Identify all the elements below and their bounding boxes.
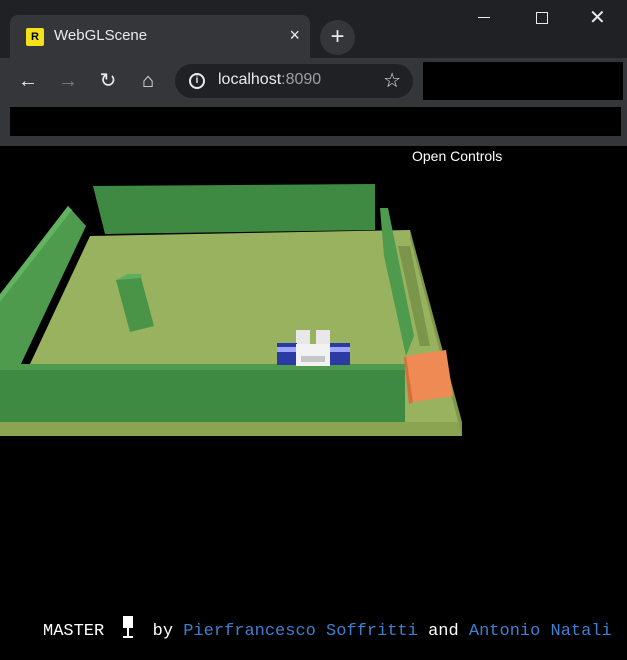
master-label: MASTER: [43, 622, 105, 641]
home-icon[interactable]: ⌂: [133, 66, 163, 96]
bookmark-star-icon[interactable]: ☆: [383, 68, 401, 93]
site-info-icon[interactable]: i: [189, 73, 205, 89]
reload-icon[interactable]: ↻: [93, 66, 123, 96]
front-wall: [0, 368, 405, 422]
page-content: Open Controls MASTER by Pierfrancesco So…: [0, 146, 627, 660]
forward-arrow-icon[interactable]: →: [53, 66, 83, 96]
url-text[interactable]: localhost:8090: [218, 71, 321, 89]
by-label: by: [152, 622, 174, 641]
author-link-2[interactable]: Antonio Natali: [469, 622, 612, 641]
bookmarks-area: [10, 107, 621, 136]
browser-titlebar: R WebGLScene × + ✕: [0, 0, 627, 58]
tab-close-icon[interactable]: ×: [289, 25, 300, 45]
tab-favicon-icon: R: [26, 28, 44, 46]
floor-front-edge: [0, 422, 462, 436]
url-port: :8090: [281, 71, 322, 88]
browser-toolbar: ← → ↻ ⌂ i localhost:8090 ☆: [0, 58, 627, 104]
lamp-icon: [123, 616, 134, 638]
url-host: localhost: [218, 71, 282, 88]
webgl-scene[interactable]: [0, 146, 627, 660]
extensions-area: [423, 62, 623, 100]
address-bar[interactable]: i localhost:8090 ☆: [175, 64, 413, 98]
and-label: and: [428, 622, 459, 641]
footer-credits: MASTER by Pierfrancesco Soffritti and An…: [43, 615, 612, 641]
window-maximize-icon[interactable]: [536, 12, 548, 24]
author-link-1[interactable]: Pierfrancesco Soffritti: [183, 622, 418, 641]
new-tab-button[interactable]: +: [320, 20, 355, 55]
window-close-icon[interactable]: ✕: [589, 5, 606, 30]
back-wall: [93, 184, 375, 234]
window-minimize-icon[interactable]: [478, 17, 490, 18]
tab-title: WebGLScene: [54, 27, 148, 44]
open-controls-button[interactable]: Open Controls: [412, 148, 502, 164]
bookmarks-bar: [0, 104, 627, 146]
back-arrow-icon[interactable]: ←: [13, 66, 43, 96]
browser-tab[interactable]: R WebGLScene ×: [10, 15, 310, 58]
orange-box: [406, 350, 453, 402]
